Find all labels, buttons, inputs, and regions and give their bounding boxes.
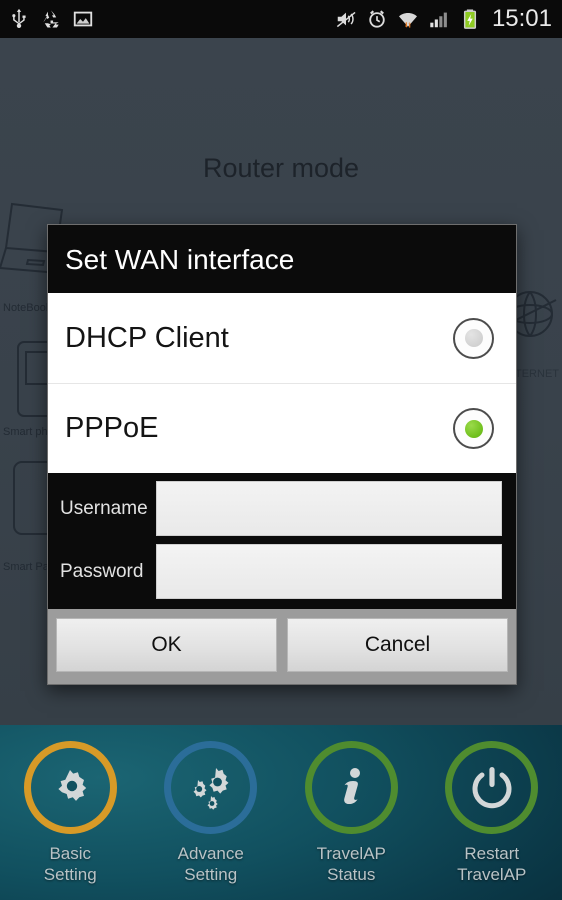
- toolbar-item-travelap-status[interactable]: TravelAP Status: [281, 725, 422, 900]
- toolbar-item-restart-travelap[interactable]: Restart TravelAP: [422, 725, 562, 900]
- set-wan-interface-dialog: Set WAN interface DHCP Client PPPoE User…: [47, 224, 517, 685]
- option-dhcp-client[interactable]: DHCP Client: [48, 293, 516, 383]
- ok-button[interactable]: OK: [56, 618, 277, 672]
- bottom-toolbar: Basic Setting Advance Setting TravelAP S…: [0, 725, 562, 900]
- toolbar-item-basic-setting[interactable]: Basic Setting: [0, 725, 141, 900]
- dialog-header: Set WAN interface: [48, 225, 516, 293]
- usb-icon: [12, 8, 26, 28]
- password-label: Password: [60, 560, 144, 582]
- gallery-icon: [73, 11, 93, 27]
- dialog-buttons: OK Cancel: [48, 609, 516, 684]
- radio-dhcp-client[interactable]: [453, 317, 494, 359]
- basic-setting-label-line2: Setting: [43, 865, 97, 884]
- status-bar-clock: 15:01: [491, 5, 552, 32]
- notebook-label: NoteBook: [3, 302, 52, 314]
- dialog-title: Set WAN interface: [65, 244, 295, 275]
- toolbar-item-advance-setting[interactable]: Advance Setting: [141, 725, 282, 900]
- basic-setting-ring: [23, 741, 117, 834]
- mute-icon: [336, 11, 356, 28]
- status-bar-left-icons: [0, 7, 94, 31]
- pppoe-credentials: Username Password: [48, 473, 516, 609]
- phone-screen: 15:01 Router mode NoteBook Smart phone S…: [0, 0, 562, 900]
- basic-setting-label-line1: Basic: [49, 844, 92, 863]
- advance-setting-label: Advance Setting: [178, 843, 244, 885]
- password-row: Password: [60, 544, 502, 599]
- battery-charging-icon: [463, 9, 476, 29]
- radio-pppoe[interactable]: [453, 408, 494, 449]
- restart-travelap-label: Restart TravelAP: [457, 843, 526, 885]
- username-row: Username: [60, 481, 502, 536]
- gears-icon: [193, 767, 229, 810]
- advance-setting-ring: [164, 741, 258, 834]
- status-bar: 15:01: [0, 0, 562, 38]
- page-title: Router mode: [202, 153, 360, 183]
- info-icon: [344, 767, 361, 804]
- password-input[interactable]: [156, 544, 502, 599]
- signal-icon: [430, 12, 447, 28]
- restart-travelap-label-line2: TravelAP: [457, 865, 527, 884]
- gear-icon: [58, 769, 87, 801]
- username-label: Username: [60, 497, 148, 519]
- travelap-status-label-line2: Status: [327, 865, 376, 884]
- status-bar-right-icons: 15:01: [335, 7, 562, 31]
- alarm-icon: [369, 10, 385, 28]
- travelap-status-ring: [304, 741, 398, 834]
- power-icon: [472, 766, 512, 808]
- username-input[interactable]: [156, 481, 502, 536]
- wifi-icon: [398, 13, 417, 28]
- restart-travelap-ring: [445, 741, 539, 834]
- travelap-status-label-line1: TravelAP: [316, 844, 386, 863]
- option-pppoe[interactable]: PPPoE: [48, 383, 516, 473]
- wan-interface-options: DHCP Client PPPoE: [48, 293, 516, 473]
- radio-pppoe-dot: [464, 419, 483, 438]
- advance-setting-label-line2: Setting: [184, 865, 238, 884]
- recycle-icon: [43, 10, 59, 28]
- basic-setting-label: Basic Setting: [44, 843, 97, 885]
- option-dhcp-client-label: DHCP Client: [65, 321, 229, 354]
- restart-travelap-label-line1: Restart: [464, 844, 520, 863]
- travelap-status-label: TravelAP Status: [317, 843, 386, 885]
- cancel-button[interactable]: Cancel: [287, 618, 508, 672]
- advance-setting-label-line1: Advance: [177, 844, 244, 863]
- option-pppoe-label: PPPoE: [65, 412, 159, 444]
- radio-dhcp-client-dot: [464, 329, 483, 347]
